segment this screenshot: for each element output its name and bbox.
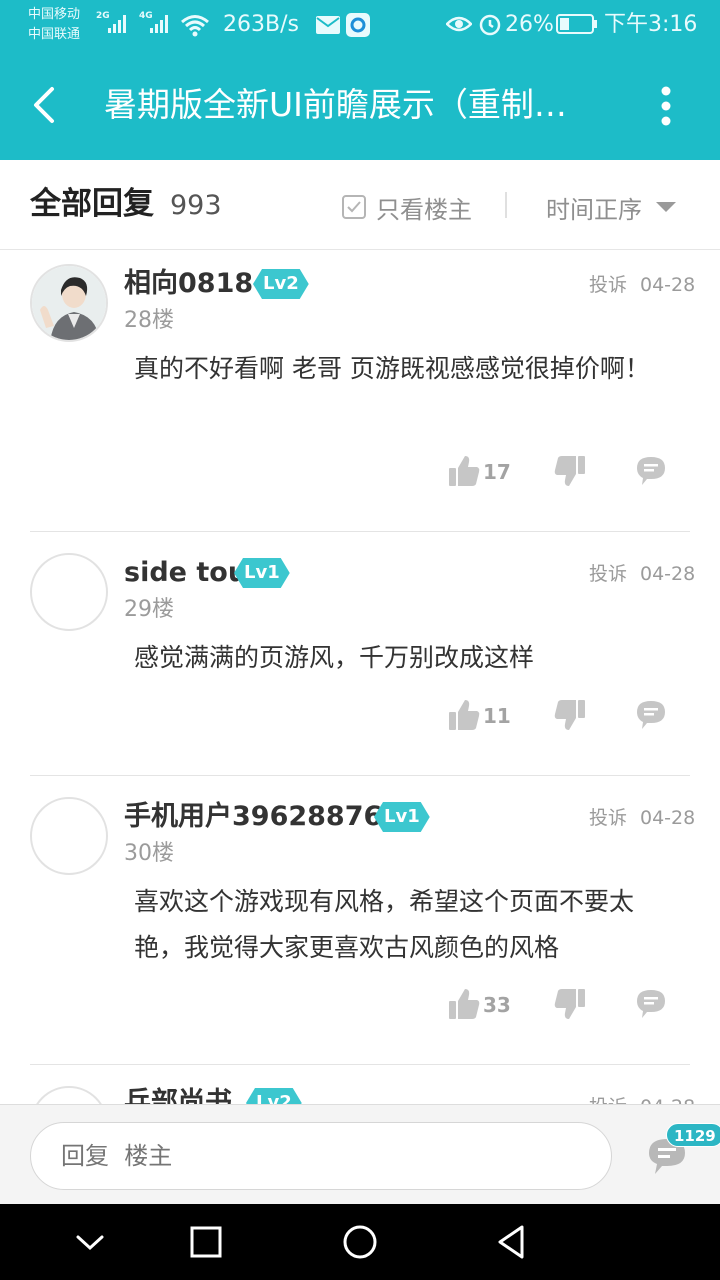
post-date: 04-28 xyxy=(640,274,696,296)
floor-number: 30楼 xyxy=(124,841,174,866)
sort-dropdown[interactable]: 时间正序 xyxy=(546,190,676,224)
avatar[interactable] xyxy=(30,797,108,875)
like-button[interactable]: 17 xyxy=(447,454,513,490)
chevron-down-icon[interactable] xyxy=(70,1222,110,1262)
reply-button[interactable] xyxy=(634,454,668,490)
like-count: 33 xyxy=(483,993,511,1017)
reply-input[interactable] xyxy=(30,1122,612,1190)
carrier-2: 中国联通 xyxy=(28,27,81,42)
comment-bubble-icon xyxy=(637,701,665,729)
floor-number: 29楼 xyxy=(124,597,174,622)
report-link[interactable]: 投诉 xyxy=(589,1094,627,1104)
post-date: 04-28 xyxy=(640,563,696,585)
clock: 下午3:16 xyxy=(604,12,698,37)
level-badge: Lv1 xyxy=(234,558,290,588)
wifi-icon xyxy=(181,15,209,37)
caret-down-icon xyxy=(656,202,676,212)
comment-text: 感觉满满的页游风，千万别改成这样 xyxy=(134,643,535,672)
username[interactable]: 手机用户39628876 xyxy=(124,800,382,834)
system-nav-bar xyxy=(0,1204,720,1280)
carrier-1: 中国移动 xyxy=(28,7,81,22)
only-owner-label: 只看楼主 xyxy=(376,195,472,224)
sort-label: 时间正序 xyxy=(546,195,642,224)
reply-input-bar: 1129 xyxy=(0,1104,720,1204)
username[interactable]: side tou xyxy=(124,556,247,590)
like-count: 11 xyxy=(483,704,511,728)
battery-percent: 26% xyxy=(505,12,554,37)
comment-item: 兵部尚书 Lv2 投诉 04-28 xyxy=(0,1086,720,1104)
check-icon xyxy=(347,201,361,213)
thumbs-up-icon xyxy=(449,456,480,486)
only-owner-checkbox[interactable] xyxy=(342,195,366,219)
all-replies-label: 全部回复 xyxy=(30,186,154,222)
reply-count: 993 xyxy=(170,190,222,221)
dislike-button[interactable] xyxy=(553,698,587,734)
mail-icon xyxy=(316,16,340,34)
comment-divider xyxy=(30,531,690,532)
thumbs-down-icon xyxy=(554,456,585,486)
comment-divider xyxy=(30,1064,690,1065)
alarm-icon xyxy=(479,14,501,36)
avatar[interactable] xyxy=(30,553,108,631)
only-owner-toggle[interactable]: 只看楼主 xyxy=(342,190,472,224)
recent-apps-icon[interactable] xyxy=(186,1222,226,1262)
signal-1-icon xyxy=(108,13,126,33)
header-divider xyxy=(505,192,507,218)
status-bar: 中国移动 中国联通 2G 4G 263B/s 26% 下午3:16 xyxy=(0,0,720,50)
chevron-left-icon xyxy=(34,87,54,123)
post-date: 04-28 xyxy=(640,807,696,829)
avatar[interactable] xyxy=(30,1086,108,1104)
reply-header: 全部回复 993 只看楼主 时间正序 xyxy=(0,160,720,250)
user-avatar-icon xyxy=(32,266,106,340)
home-icon[interactable] xyxy=(340,1222,380,1262)
comment-divider xyxy=(30,775,690,776)
carrier-names: 中国移动 中国联通 xyxy=(28,5,80,45)
comment-bubble-icon xyxy=(637,990,665,1018)
username[interactable]: 兵部尚书 xyxy=(124,1086,232,1104)
level-badge: Lv2 xyxy=(253,269,309,299)
more-button[interactable] xyxy=(648,84,684,128)
network-speed: 263B/s xyxy=(223,12,299,37)
thumbs-up-icon xyxy=(449,700,480,730)
thumbs-up-icon xyxy=(449,989,480,1019)
avatar[interactable] xyxy=(30,264,108,342)
page-title: 暑期版全新UI前瞻展示（重制… xyxy=(104,85,567,124)
like-button[interactable]: 33 xyxy=(447,987,513,1023)
comment-count-badge: 1129 xyxy=(666,1123,720,1147)
thumbs-down-icon xyxy=(554,989,585,1019)
report-link[interactable]: 投诉 xyxy=(589,272,627,298)
post-date: 04-28 xyxy=(640,1094,695,1104)
eye-comfort-icon xyxy=(446,16,472,32)
level-badge: Lv2 xyxy=(246,1088,302,1104)
comment-bubble-icon xyxy=(637,457,665,485)
like-button[interactable]: 11 xyxy=(447,698,513,734)
like-count: 17 xyxy=(483,460,511,484)
level-badge: Lv1 xyxy=(374,802,430,832)
dislike-button[interactable] xyxy=(553,454,587,490)
back-button[interactable] xyxy=(24,80,68,130)
battery-icon xyxy=(556,14,597,34)
reply-button[interactable] xyxy=(634,987,668,1023)
signal-2-icon xyxy=(150,13,168,33)
back-triangle-icon[interactable] xyxy=(492,1222,532,1262)
report-link[interactable]: 投诉 xyxy=(589,805,627,831)
reply-button[interactable] xyxy=(634,698,668,734)
comment-text: 真的不好看啊 老哥 页游既视感感觉很掉价啊！ xyxy=(134,354,650,383)
app-bar: 暑期版全新UI前瞻展示（重制… xyxy=(0,50,720,160)
dislike-button[interactable] xyxy=(553,987,587,1023)
report-link[interactable]: 投诉 xyxy=(589,561,627,587)
more-vertical-icon xyxy=(661,86,671,126)
comment-text: 喜欢这个游戏现有风格，希望这个页面不要太艳，我觉得大家更喜欢古风颜色的风格 xyxy=(134,887,635,962)
thumbs-down-icon xyxy=(554,700,585,730)
username[interactable]: 相向0818 xyxy=(124,267,253,301)
app-notification-icon xyxy=(346,13,370,37)
floor-number: 28楼 xyxy=(124,308,174,333)
